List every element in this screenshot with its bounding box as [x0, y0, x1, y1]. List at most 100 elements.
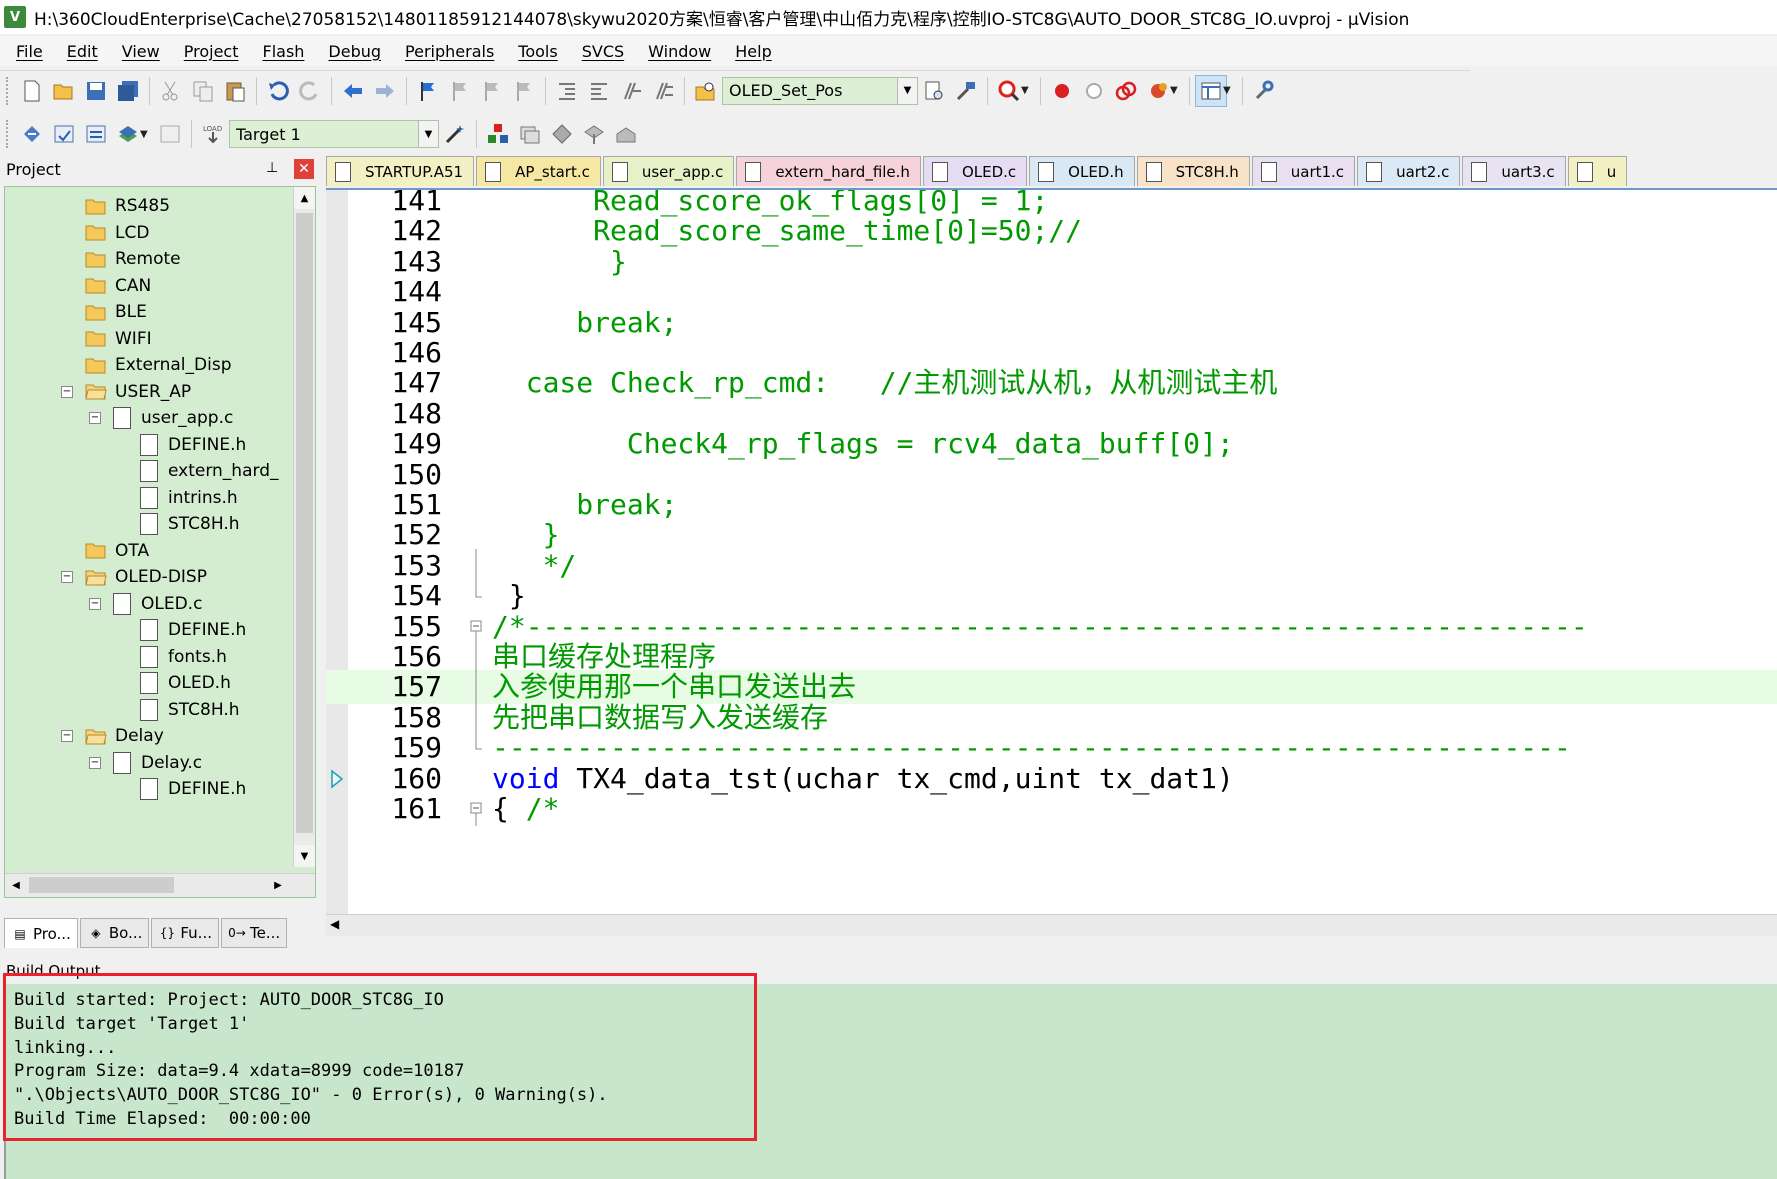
previous-bookmark-button[interactable] [444, 75, 476, 107]
menu-view[interactable]: View [112, 42, 170, 61]
chevron-down-icon[interactable]: ▼ [1021, 85, 1031, 96]
scroll-thumb[interactable] [296, 213, 313, 833]
navigate-forward-button[interactable] [369, 75, 401, 107]
navigate-back-button[interactable] [337, 75, 369, 107]
editor-tab[interactable]: AP_start.c [476, 156, 601, 186]
chevron-down-icon[interactable]: ▼ [897, 77, 917, 104]
clear-bookmarks-button[interactable] [508, 75, 540, 107]
panel-tab-functions[interactable]: {} Fu... [151, 918, 219, 948]
open-file-button[interactable] [48, 75, 80, 107]
tree-file[interactable]: fonts.h [140, 642, 227, 672]
tree-file[interactable]: intrins.h [140, 483, 238, 513]
redo-button[interactable] [294, 75, 326, 107]
cut-button[interactable] [155, 75, 187, 107]
function-combo[interactable]: OLED_Set_Pos ▼ [722, 76, 918, 105]
unindent-button[interactable] [583, 75, 615, 107]
editor-tab[interactable]: uart2.c [1357, 156, 1461, 186]
tree-file[interactable]: OLED.h [140, 668, 231, 698]
comment-button[interactable] [615, 75, 647, 107]
copy-button[interactable] [187, 75, 219, 107]
menu-file[interactable]: File [6, 42, 53, 61]
tree-folder[interactable]: CAN [85, 271, 151, 301]
panel-tab-project[interactable]: ▤ Pro... [4, 918, 78, 948]
enable-breakpoint-button[interactable] [1078, 75, 1110, 107]
stop-build-button[interactable] [154, 118, 186, 150]
target-options-button[interactable] [439, 118, 471, 150]
insert-bookmark-button[interactable] [412, 75, 444, 107]
tree-folder[interactable]: − Delay [61, 721, 164, 751]
pack-installer-button[interactable] [578, 118, 610, 150]
editor-horizontal-scrollbar[interactable]: ◀ [326, 914, 1777, 936]
pin-icon[interactable]: ⊥ [266, 160, 284, 178]
tree-file[interactable]: − Delay.c [89, 748, 202, 778]
editor-tab[interactable]: uart3.c [1462, 156, 1566, 186]
scroll-thumb[interactable] [29, 877, 174, 893]
menu-project[interactable]: Project [174, 42, 249, 61]
menu-help[interactable]: Help [725, 42, 781, 61]
scroll-left-icon[interactable]: ◀ [330, 917, 339, 931]
chevron-down-icon[interactable]: ▼ [1223, 85, 1233, 96]
incremental-find-button[interactable] [918, 75, 950, 107]
manage-project-items-button[interactable] [482, 118, 514, 150]
tree-file[interactable]: − user_app.c [89, 403, 233, 433]
tree-folder[interactable]: OTA [85, 536, 149, 566]
tree-folder[interactable]: WIFI [85, 324, 152, 354]
tree-file[interactable]: DEFINE.h [140, 615, 246, 645]
menu-peripherals[interactable]: Peripherals [395, 42, 504, 61]
collapse-toggle-icon[interactable]: − [61, 385, 73, 398]
menu-tools[interactable]: Tools [508, 42, 567, 61]
fold-marker-icon[interactable] [470, 792, 482, 826]
editor-tab[interactable]: OLED.c [922, 156, 1028, 186]
translate-button[interactable] [16, 118, 48, 150]
menu-svcs[interactable]: SVCS [572, 42, 634, 61]
code-editor[interactable]: 141 Read_score_ok_flags[0] = 1; 142 Read_… [326, 188, 1777, 914]
target-combo[interactable]: Target 1 ▼ [229, 120, 439, 148]
chevron-down-icon[interactable]: ▼ [140, 129, 150, 140]
build-button[interactable] [48, 118, 80, 150]
chevron-down-icon[interactable]: ▼ [418, 121, 438, 147]
collapse-toggle-icon[interactable]: − [89, 412, 101, 424]
find-in-files-button[interactable] [690, 75, 722, 107]
debug-session-toggle-button[interactable] [950, 75, 982, 107]
download-button[interactable]: LOAD [197, 118, 229, 150]
software-packs-button[interactable] [610, 118, 642, 150]
tree-file[interactable]: DEFINE.h [140, 774, 246, 804]
menu-debug[interactable]: Debug [318, 42, 391, 61]
insert-breakpoint-button[interactable] [1046, 75, 1078, 107]
save-button[interactable] [80, 75, 112, 107]
collapse-toggle-icon[interactable]: − [89, 756, 101, 769]
project-tree[interactable]: RS485 LCD Remote CAN BLE WIFI External_Disp − US… [4, 186, 316, 898]
tree-file[interactable]: DEFINE.h [140, 430, 246, 460]
manage-run-time-button[interactable] [546, 118, 578, 150]
tree-folder[interactable]: BLE [85, 297, 147, 327]
paste-button[interactable] [219, 75, 251, 107]
panel-tab-books[interactable]: ◈ Bo... [79, 918, 150, 948]
tree-file[interactable]: STC8H.h [140, 509, 240, 539]
close-icon[interactable]: ✕ [294, 159, 314, 179]
editor-tab[interactable]: uart1.c [1251, 156, 1356, 186]
uncomment-button[interactable] [647, 75, 679, 107]
menu-edit[interactable]: Edit [57, 42, 108, 61]
panel-tab-templates[interactable]: 0→ Te... [220, 918, 288, 948]
editor-tab[interactable]: extern_hard_file.h [736, 156, 921, 186]
scroll-left-icon[interactable]: ◀ [5, 874, 27, 896]
tree-folder[interactable]: − OLED-DISP [61, 562, 207, 592]
undo-button[interactable] [262, 75, 294, 107]
menu-flash[interactable]: Flash [252, 42, 314, 61]
menu-window[interactable]: Window [638, 42, 721, 61]
next-bookmark-button[interactable] [476, 75, 508, 107]
chevron-down-icon[interactable]: ▼ [1170, 85, 1180, 96]
tree-folder[interactable]: External_Disp [85, 350, 232, 380]
tree-file[interactable]: extern_hard_ [140, 456, 278, 486]
configure-button[interactable] [1248, 75, 1280, 107]
indent-button[interactable] [551, 75, 583, 107]
editor-tab[interactable]: STC8H.h [1136, 156, 1250, 186]
save-all-button[interactable] [112, 75, 144, 107]
tree-horizontal-scrollbar[interactable]: ◀ ▶ [5, 873, 315, 897]
disable-all-breakpoints-button[interactable] [1110, 75, 1142, 107]
tree-file[interactable]: − OLED.c [89, 589, 202, 619]
tree-file[interactable]: STC8H.h [140, 695, 240, 725]
scroll-right-icon[interactable]: ▶ [267, 874, 289, 896]
collapse-toggle-icon[interactable]: − [61, 571, 73, 583]
tree-vertical-scrollbar[interactable]: ▲ ▼ [293, 187, 315, 867]
